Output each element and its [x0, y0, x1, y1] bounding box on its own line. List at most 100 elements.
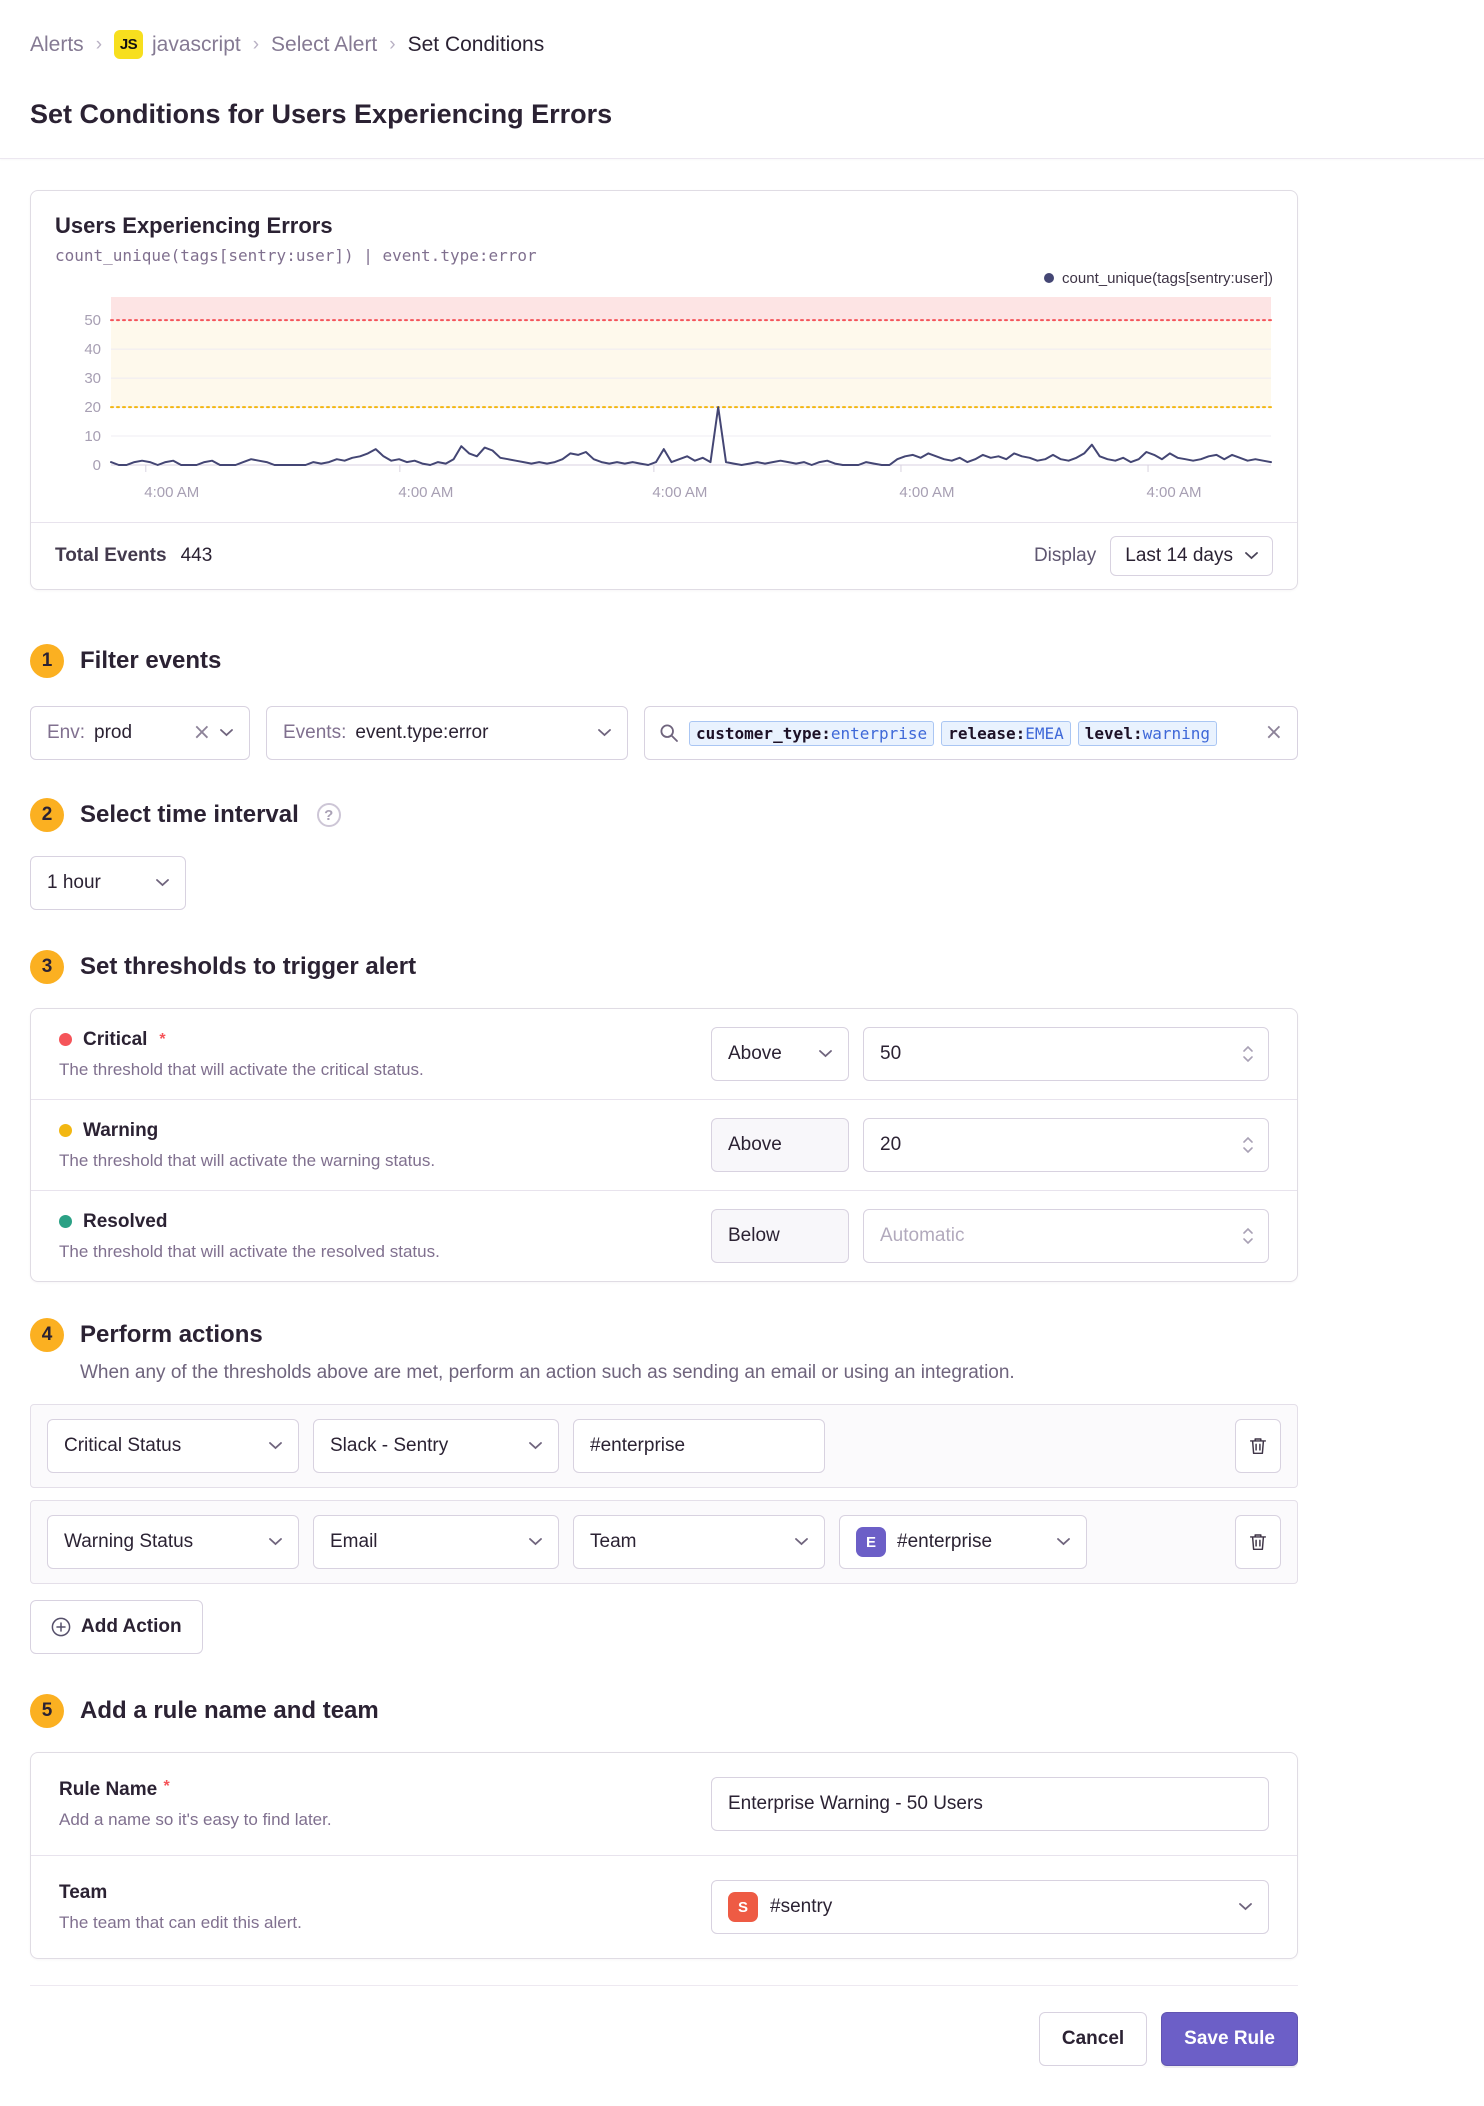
cancel-button[interactable]: Cancel: [1038, 2012, 1148, 2066]
rule-name-description: Add a name so it's easy to find later.: [59, 1810, 332, 1829]
time-interval-select[interactable]: 1 hour: [30, 856, 186, 910]
stepper-icon[interactable]: [1242, 1226, 1254, 1246]
breadcrumb-alerts[interactable]: Alerts: [30, 33, 84, 57]
action-trigger-select[interactable]: Warning Status: [47, 1515, 299, 1569]
event-types-value: event.type:error: [355, 722, 489, 743]
step-5-badge: 5: [30, 1694, 64, 1728]
trash-icon: [1249, 1534, 1267, 1551]
rule-name-input[interactable]: [711, 1777, 1269, 1831]
warning-threshold-input[interactable]: [863, 1118, 1269, 1172]
breadcrumb-select-alert[interactable]: Select Alert: [271, 33, 377, 57]
chart-title: Users Experiencing Errors: [55, 213, 333, 238]
delete-action-button[interactable]: [1235, 1515, 1281, 1569]
svg-text:30: 30: [84, 370, 101, 387]
action-trigger-value: Critical Status: [64, 1435, 182, 1456]
search-filter-input[interactable]: customer_type:enterprise release:EMEA le…: [644, 706, 1298, 760]
actions-description: When any of the thresholds above are met…: [80, 1362, 1015, 1383]
svg-text:40: 40: [84, 341, 101, 358]
stepper-icon[interactable]: [1242, 1135, 1254, 1155]
chevron-down-icon: [269, 1442, 282, 1450]
search-token-list: customer_type:enterprise release:EMEA le…: [689, 720, 1255, 746]
chevron-down-icon: [529, 1538, 542, 1546]
add-action-button[interactable]: Add Action: [30, 1600, 203, 1654]
warning-threshold-field[interactable]: [880, 1134, 1242, 1156]
search-icon: [660, 724, 678, 742]
resolved-threshold-input[interactable]: [863, 1209, 1269, 1263]
chart-query: count_unique(tags[sentry:user]) | event.…: [55, 246, 537, 265]
form-footer: Cancel Save Rule: [30, 1985, 1298, 2106]
team-description: The team that can edit this alert.: [59, 1912, 302, 1932]
search-token[interactable]: release:EMEA: [941, 720, 1071, 746]
search-token[interactable]: level:warning: [1077, 720, 1218, 746]
save-rule-button[interactable]: Save Rule: [1161, 2012, 1298, 2066]
team-value: #sentry: [770, 1896, 833, 1917]
warning-description: The threshold that will activate the war…: [59, 1150, 436, 1170]
action-target-type-select[interactable]: Team: [573, 1515, 825, 1569]
required-asterisk: *: [163, 1778, 170, 1795]
chevron-down-icon: [1239, 1903, 1252, 1911]
svg-text:4:00 AM: 4:00 AM: [398, 484, 453, 501]
resolved-label: Resolved: [83, 1210, 168, 1232]
enterprise-team-avatar: E: [856, 1527, 886, 1557]
stepper-icon[interactable]: [1242, 1044, 1254, 1064]
event-types-select[interactable]: Events: event.type:error: [266, 706, 628, 760]
breadcrumb-separator: ›: [389, 33, 396, 55]
chevron-down-icon: [220, 729, 233, 737]
help-icon[interactable]: ?: [316, 803, 341, 827]
display-label: Display: [1033, 545, 1097, 566]
critical-threshold-field[interactable]: [880, 1043, 1242, 1065]
clear-environment-icon[interactable]: ×: [193, 722, 211, 744]
action-service-select[interactable]: Slack - Sentry: [313, 1419, 559, 1473]
step-1-badge: 1: [30, 644, 64, 678]
chevron-down-icon: [269, 1538, 282, 1546]
critical-status-icon: [59, 1033, 72, 1046]
breadcrumb-project[interactable]: JS javascript: [114, 30, 241, 59]
token-value: EMEA: [1025, 723, 1064, 743]
action-row-warning: Warning Status Email Team E #enterprise: [30, 1500, 1298, 1584]
display-period-select[interactable]: Last 14 days: [1110, 536, 1273, 576]
rule-name-label: Rule Name: [59, 1779, 158, 1800]
svg-text:20: 20: [84, 399, 101, 416]
chevron-down-icon: [819, 1050, 832, 1058]
svg-text:10: 10: [84, 428, 101, 445]
chevron-down-icon: [1057, 1538, 1070, 1546]
resolved-description: The threshold that will activate the res…: [59, 1241, 440, 1261]
team-select[interactable]: S #sentry: [711, 1880, 1269, 1934]
step-4-title: Perform actions: [80, 1321, 263, 1348]
chevron-down-icon: [1245, 552, 1258, 560]
thresholds-panel: Critical * The threshold that will activ…: [30, 1008, 1298, 1282]
critical-threshold-input[interactable]: [863, 1027, 1269, 1081]
action-row-critical: Critical Status Slack - Sentry: [30, 1404, 1298, 1488]
token-key: level:: [1084, 723, 1143, 743]
team-row: Team The team that can edit this alert. …: [31, 1856, 1297, 1958]
required-asterisk: *: [159, 1030, 166, 1048]
breadcrumb-separator: ›: [95, 33, 103, 55]
warning-condition: Above: [711, 1118, 849, 1172]
environment-label: Env:: [47, 722, 86, 743]
step-3-badge: 3: [30, 950, 64, 984]
svg-text:0: 0: [93, 457, 101, 474]
chevron-down-icon: [795, 1538, 808, 1546]
slack-channel-input[interactable]: [573, 1419, 825, 1473]
clear-search-icon[interactable]: ×: [1265, 722, 1283, 744]
action-team-value: #enterprise: [897, 1531, 993, 1552]
page-title: Set Conditions for Users Experiencing Er…: [30, 99, 613, 129]
svg-text:4:00 AM: 4:00 AM: [652, 484, 707, 501]
resolved-condition-value: Below: [728, 1225, 780, 1246]
legend-dot-icon: [1044, 273, 1055, 283]
search-token[interactable]: customer_type:enterprise: [689, 720, 935, 746]
breadcrumb-separator: ›: [252, 33, 260, 55]
line-chart: 0 10 20 30 40 50 4:00 AM 4:00 AM 4:00 AM 4:00 AM 4…: [31, 289, 1297, 522]
action-team-select[interactable]: E #enterprise: [839, 1515, 1087, 1569]
token-value: warning: [1142, 723, 1211, 743]
critical-condition-select[interactable]: Above: [711, 1027, 849, 1081]
action-trigger-value: Warning Status: [64, 1531, 194, 1552]
delete-action-button[interactable]: [1235, 1419, 1281, 1473]
step-5-title: Add a rule name and team: [80, 1697, 379, 1724]
environment-select[interactable]: Env: prod ×: [30, 706, 250, 760]
resolved-threshold-row: Resolved The threshold that will activat…: [31, 1191, 1297, 1281]
action-trigger-select[interactable]: Critical Status: [47, 1419, 299, 1473]
action-service-select[interactable]: Email: [313, 1515, 559, 1569]
resolved-threshold-field[interactable]: [880, 1225, 1242, 1247]
add-action-label: Add Action: [81, 1616, 182, 1637]
